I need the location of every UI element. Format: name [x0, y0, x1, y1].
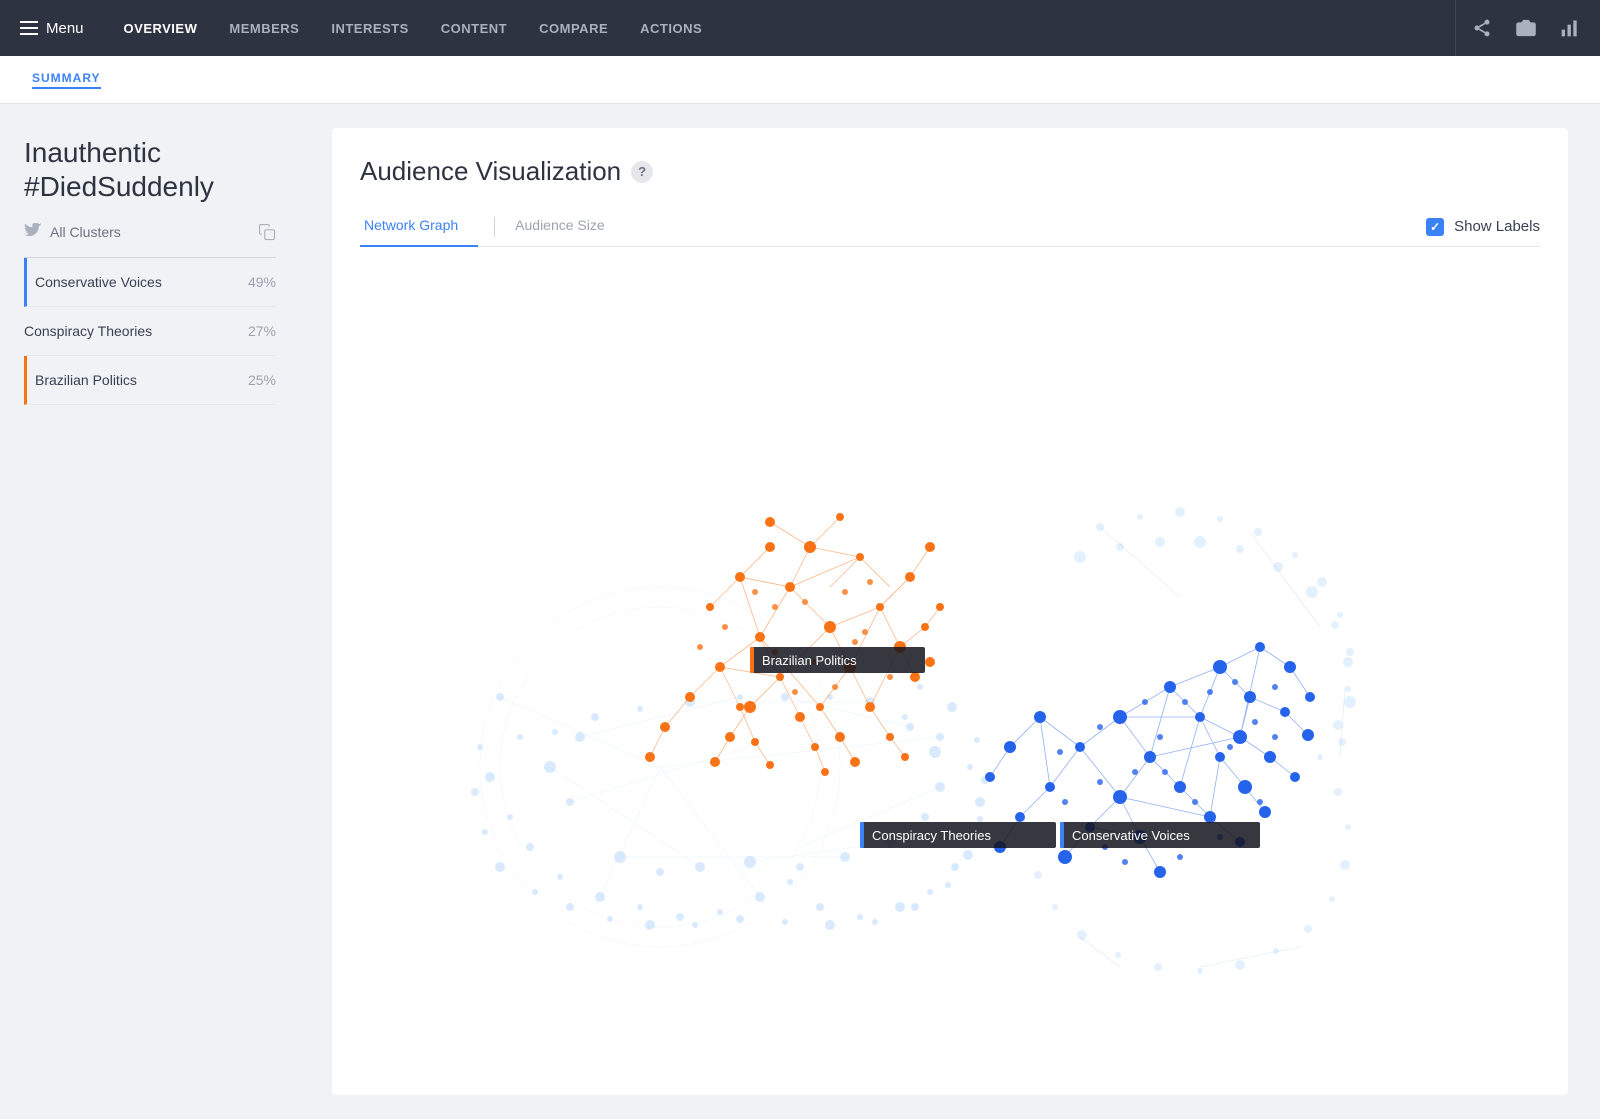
- viz-tabs-row: Network Graph Audience Size Show Labels: [360, 207, 1540, 247]
- cluster-conservative-name: Conservative Voices: [35, 274, 162, 290]
- menu-button[interactable]: Menu: [20, 20, 84, 37]
- tab-divider: [494, 217, 495, 237]
- camera-icon[interactable]: [1516, 18, 1536, 38]
- hamburger-icon: [20, 21, 38, 35]
- conspiracy-halo: [471, 587, 989, 947]
- nav-interests[interactable]: INTERESTS: [331, 21, 408, 36]
- sidebar-title: Inauthentic #DiedSuddenly: [24, 136, 276, 203]
- sidebar: Inauthentic #DiedSuddenly All Clusters C…: [0, 104, 300, 1119]
- cluster-item-conservative[interactable]: Conservative Voices 49%: [24, 258, 276, 307]
- viz-tabs: Network Graph Audience Size: [360, 207, 625, 246]
- badge-conservative: Conservative Voices: [1060, 822, 1260, 848]
- copy-icon[interactable]: [258, 223, 276, 241]
- svg-text:Conservative Voices: Conservative Voices: [1072, 828, 1190, 843]
- network-graph-area: Brazilian Politics Conspiracy Theories C…: [360, 247, 1540, 1067]
- main-content: Audience Visualization ? Network Graph A…: [300, 104, 1600, 1119]
- twitter-label-row: All Clusters: [24, 223, 121, 241]
- barchart-icon[interactable]: [1560, 18, 1580, 38]
- svg-text:Brazilian Politics: Brazilian Politics: [762, 653, 857, 668]
- menu-label: Menu: [46, 20, 84, 37]
- cluster-item-brazilian[interactable]: Brazilian Politics 25%: [24, 356, 276, 405]
- all-clusters-label: All Clusters: [50, 224, 121, 240]
- share-icon[interactable]: [1472, 18, 1492, 38]
- main-layout: Inauthentic #DiedSuddenly All Clusters C…: [0, 104, 1600, 1119]
- top-navigation: Menu OVERVIEW MEMBERS INTERESTS CONTENT …: [0, 0, 1600, 56]
- badge-conspiracy: Conspiracy Theories: [860, 822, 1056, 848]
- show-labels-text: Show Labels: [1454, 218, 1540, 235]
- twitter-icon: [24, 223, 42, 241]
- nav-members[interactable]: MEMBERS: [229, 21, 299, 36]
- nav-divider: [1455, 0, 1456, 56]
- show-labels-row: Show Labels: [1426, 218, 1540, 236]
- nav-content[interactable]: CONTENT: [441, 21, 507, 36]
- viz-header: Audience Visualization ?: [360, 156, 1540, 187]
- show-labels-checkbox[interactable]: [1426, 218, 1444, 236]
- cluster-conspiracy-pct: 27%: [248, 323, 276, 339]
- sidebar-twitter-row: All Clusters: [24, 223, 276, 241]
- orange-cluster: [645, 513, 944, 776]
- help-icon[interactable]: ?: [631, 161, 653, 183]
- nav-actions[interactable]: ACTIONS: [640, 21, 702, 36]
- tab-network-graph[interactable]: Network Graph: [360, 207, 478, 247]
- nav-overview[interactable]: OVERVIEW: [124, 21, 198, 36]
- cluster-conspiracy-name: Conspiracy Theories: [24, 323, 152, 339]
- nav-links: OVERVIEW MEMBERS INTERESTS CONTENT COMPA…: [124, 21, 1439, 36]
- summary-bar: SUMMARY: [0, 56, 1600, 104]
- badge-brazilian: Brazilian Politics: [750, 647, 925, 673]
- cluster-conservative-pct: 49%: [248, 274, 276, 290]
- cluster-item-conspiracy[interactable]: Conspiracy Theories 27%: [24, 307, 276, 356]
- visualization-card: Audience Visualization ? Network Graph A…: [332, 128, 1568, 1095]
- network-svg: Brazilian Politics Conspiracy Theories C…: [360, 247, 1540, 1067]
- nav-action-buttons: [1472, 18, 1580, 38]
- cluster-brazilian-pct: 25%: [248, 372, 276, 388]
- cluster-brazilian-name: Brazilian Politics: [35, 372, 137, 388]
- viz-title: Audience Visualization: [360, 156, 621, 187]
- summary-tab[interactable]: SUMMARY: [32, 71, 101, 89]
- tab-audience-size[interactable]: Audience Size: [511, 207, 625, 247]
- nav-compare[interactable]: COMPARE: [539, 21, 608, 36]
- svg-text:Conspiracy Theories: Conspiracy Theories: [872, 828, 991, 843]
